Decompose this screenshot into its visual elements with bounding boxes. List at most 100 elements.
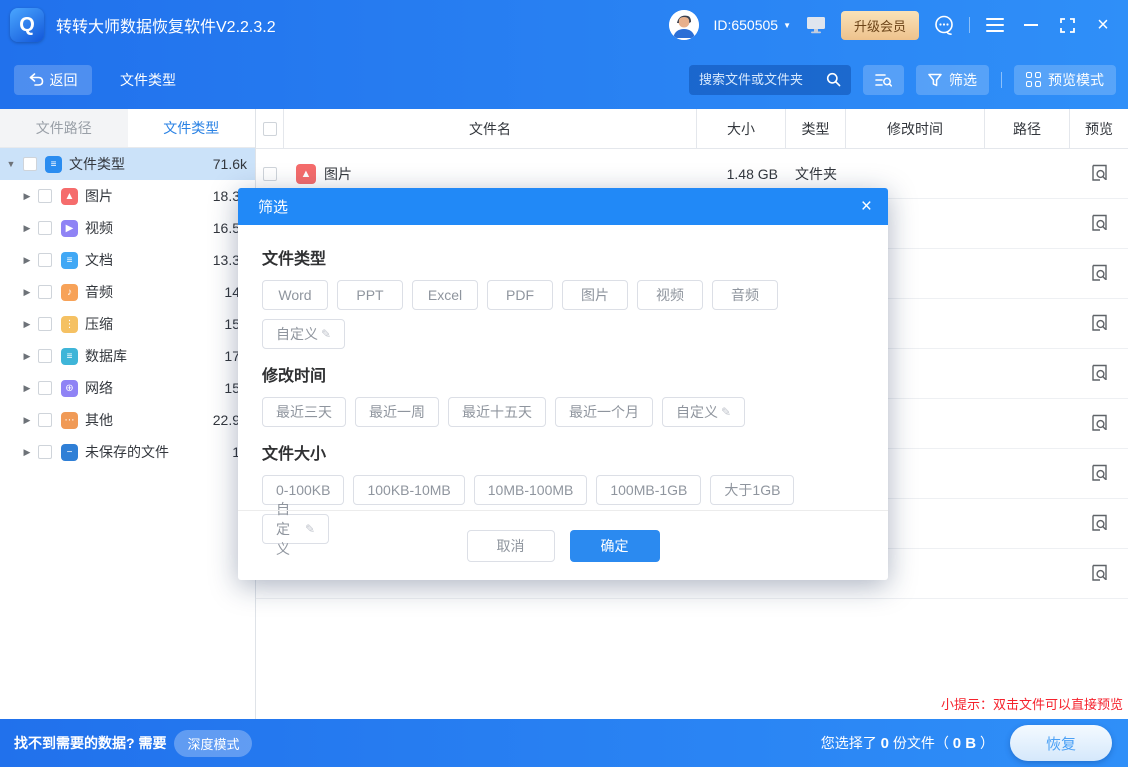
minimize-button[interactable] [1020,14,1042,36]
dialog-close-icon[interactable]: × [861,197,872,216]
monitor-icon[interactable] [805,14,827,36]
chip-over-1gb[interactable]: 大于1GB [710,475,794,505]
close-button[interactable]: × [1092,14,1114,36]
search-icon [826,72,841,87]
deep-mode-button[interactable]: 深度模式 [174,730,252,757]
dialog-footer: 取消 确定 [238,510,888,580]
confirm-button[interactable]: 确定 [570,530,660,562]
preview-button[interactable] [1070,364,1128,383]
tree-item-audio[interactable]: ▶ ♪ 音频 14k [0,276,255,308]
chip-image[interactable]: 图片 [562,280,628,310]
chip-last-15-days[interactable]: 最近十五天 [448,397,546,427]
chip-custom-time[interactable]: 自定义 ✎ [662,397,745,427]
back-button[interactable]: 返回 [14,65,92,95]
tree-item-unsaved[interactable]: ▶ − 未保存的文件 1k [0,436,255,468]
chip-custom-type[interactable]: 自定义 ✎ [262,319,345,349]
preview-button[interactable] [1070,264,1128,283]
col-path[interactable]: 路径 [985,109,1070,148]
chip-excel[interactable]: Excel [412,280,478,310]
search-box[interactable] [689,65,851,95]
col-filename[interactable]: 文件名 [284,109,697,148]
checkbox[interactable] [38,189,52,203]
chip-ppt[interactable]: PPT [337,280,403,310]
checkbox[interactable] [38,349,52,363]
avatar[interactable] [669,10,699,40]
chip-last-month[interactable]: 最近一个月 [555,397,653,427]
checkbox[interactable] [38,285,52,299]
select-all-checkbox[interactable] [263,122,277,136]
expander-right-icon[interactable]: ▶ [22,351,32,362]
chip-word[interactable]: Word [262,280,328,310]
tree-label: 数据库 [85,346,127,366]
chip-100kb-10mb[interactable]: 100KB-10MB [353,475,464,505]
chip-10mb-100mb[interactable]: 10MB-100MB [474,475,588,505]
tree-item-other[interactable]: ▶ ⋯ 其他 22.9k [0,404,255,436]
chip-100mb-1gb[interactable]: 100MB-1GB [596,475,701,505]
search-in-results-button[interactable] [863,65,904,95]
tree-item-network[interactable]: ▶ ⊕ 网络 15k [0,372,255,404]
checkbox[interactable] [38,253,52,267]
tree-item-file-type[interactable]: ▼ ≡ 文件类型 71.6k [0,148,255,180]
preview-mode-button[interactable]: 预览模式 [1014,65,1116,95]
expander-right-icon[interactable]: ▶ [22,447,32,458]
expander-right-icon[interactable]: ▶ [22,255,32,266]
expander-right-icon[interactable]: ▶ [22,287,32,298]
expander-right-icon[interactable]: ▶ [22,415,32,426]
tree-item-videos[interactable]: ▶ ▶ 视频 16.5k [0,212,255,244]
tree-label: 压缩 [85,314,113,334]
filter-button[interactable]: 筛选 [916,65,989,95]
expander-right-icon[interactable]: ▶ [22,319,32,330]
chip-audio[interactable]: 音频 [712,280,778,310]
section-modified-time: 修改时间 [262,362,866,386]
menu-icon[interactable] [984,14,1006,36]
col-modified[interactable]: 修改时间 [846,109,985,148]
preview-button[interactable] [1070,214,1128,233]
user-id-dropdown[interactable]: ID:650505 ▼ [713,17,791,33]
preview-button[interactable] [1070,314,1128,333]
preview-button[interactable] [1070,514,1128,533]
checkbox[interactable] [38,381,52,395]
tab-file-type[interactable]: 文件类型 [128,109,256,147]
tree-item-documents[interactable]: ▶ ≡ 文档 13.3k [0,244,255,276]
checkbox[interactable] [23,157,37,171]
cancel-button[interactable]: 取消 [467,530,555,562]
upgrade-membership-button[interactable]: 升级会员 [841,11,919,40]
tree-item-archives[interactable]: ▶ ⋮ 压缩 15k [0,308,255,340]
chip-last-3-days[interactable]: 最近三天 [262,397,346,427]
tree-count: 71.6k [213,156,247,172]
chip-0-100kb[interactable]: 0-100KB [262,475,344,505]
maximize-button[interactable] [1056,14,1078,36]
col-type[interactable]: 类型 [786,109,846,148]
col-size[interactable]: 大小 [697,109,786,148]
recover-button[interactable]: 恢复 [1010,725,1112,761]
expander-right-icon[interactable]: ▶ [22,191,32,202]
preview-button[interactable] [1070,464,1128,483]
document-icon: ≡ [61,252,78,269]
customer-service-icon[interactable] [933,14,955,36]
row-checkbox[interactable] [263,167,277,181]
chip-pdf[interactable]: PDF [487,280,553,310]
breadcrumb: 文件类型 [120,70,176,90]
checkbox[interactable] [38,445,52,459]
unsaved-file-icon: − [61,444,78,461]
funnel-icon [928,73,942,87]
preview-button[interactable] [1070,414,1128,433]
col-preview[interactable]: 预览 [1070,109,1128,148]
tree-item-database[interactable]: ▶ ≡ 数据库 17k [0,340,255,372]
expander-right-icon[interactable]: ▶ [22,223,32,234]
checkbox[interactable] [38,413,52,427]
expander-down-icon[interactable]: ▼ [6,159,16,169]
expander-right-icon[interactable]: ▶ [22,383,32,394]
divider [1001,72,1002,88]
chip-last-week[interactable]: 最近一周 [355,397,439,427]
chip-video[interactable]: 视频 [637,280,703,310]
modified-time-chips: 最近三天 最近一周 最近十五天 最近一个月 自定义 ✎ [262,397,866,427]
checkbox[interactable] [38,317,52,331]
preview-button[interactable] [1070,564,1128,583]
checkbox[interactable] [38,221,52,235]
list-search-icon [875,72,892,87]
tree-item-images[interactable]: ▶ ▲ 图片 18.3k [0,180,255,212]
tab-file-path[interactable]: 文件路径 [0,109,128,147]
search-input[interactable] [699,72,818,87]
preview-button[interactable] [1070,164,1128,183]
